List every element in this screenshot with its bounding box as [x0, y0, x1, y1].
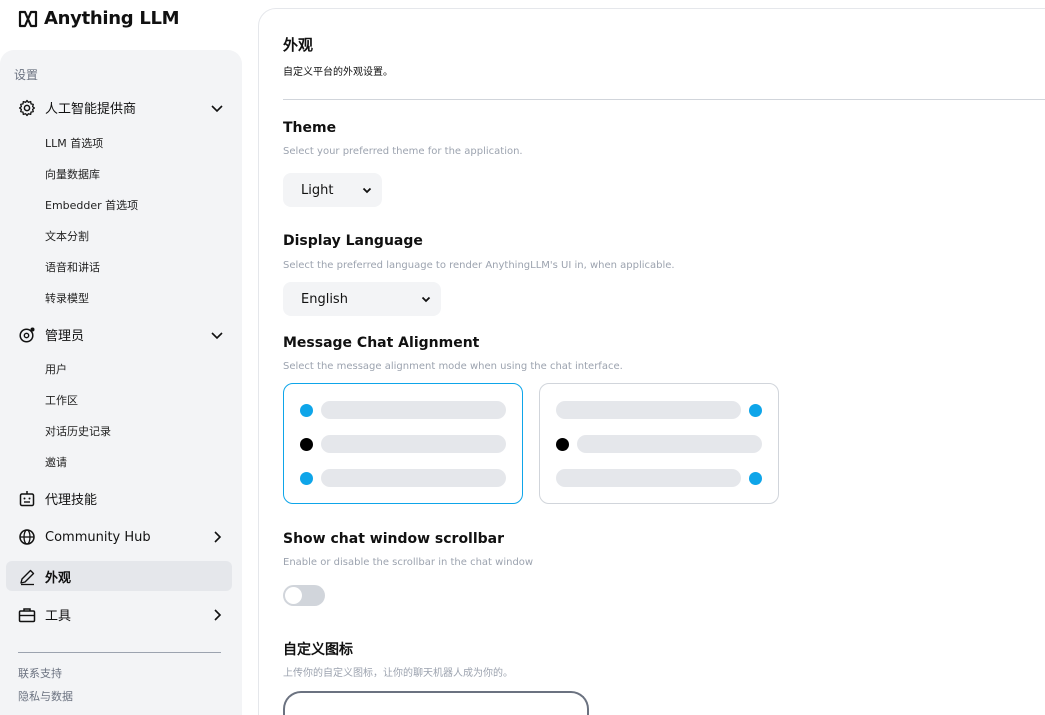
preview-row: [556, 435, 762, 453]
chevron-right-icon: [214, 608, 222, 621]
page-description: 自定义平台的外观设置。: [283, 67, 393, 78]
sidebar-item-transcription-model[interactable]: 转录模型: [45, 290, 89, 306]
message-bubble: [577, 435, 762, 453]
sidebar-item-workspaces[interactable]: 工作区: [45, 392, 78, 408]
sidebar-item-llm-preferences[interactable]: LLM 首选项: [45, 135, 103, 151]
custom-icon-upload[interactable]: [283, 691, 589, 715]
sidebar-item-tools[interactable]: 工具: [18, 605, 224, 624]
language-description: Select the preferred language to render …: [283, 260, 675, 271]
chevron-down-icon: [211, 331, 223, 339]
sidebar-item-users[interactable]: 用户: [45, 361, 67, 377]
app-name: Anything LLM: [44, 8, 180, 29]
globe-icon: [18, 528, 36, 546]
message-bubble: [321, 435, 506, 453]
scrollbar-description: Enable or disable the scrollbar in the c…: [283, 557, 534, 568]
message-bubble: [556, 401, 741, 419]
preview-row: [556, 401, 762, 419]
page-title: 外观: [283, 36, 314, 54]
alignment-option-left[interactable]: [283, 383, 523, 504]
chevron-down-icon: [421, 296, 431, 303]
chevron-right-icon: [214, 531, 222, 543]
sidebar-item-agent-skills[interactable]: 代理技能: [18, 489, 224, 508]
theme-title: Theme: [283, 120, 337, 136]
toolbox-icon: [18, 606, 36, 624]
alignment-description: Select the message alignment mode when u…: [283, 361, 623, 372]
main-panel: 外观 自定义平台的外观设置。 Theme Select your preferr…: [258, 8, 1045, 715]
sidebar-item-text-splitting[interactable]: 文本分割: [45, 228, 89, 244]
sidebar-item-embedder-preferences[interactable]: Embedder 首选项: [45, 197, 138, 213]
sidebar-item-chat-history[interactable]: 对话历史记录: [45, 423, 111, 439]
admin-gear-icon: [18, 326, 36, 344]
sidebar-item-voice-speech[interactable]: 语音和讲话: [45, 259, 100, 275]
sidebar-section-label: 设置: [14, 68, 39, 82]
bot-dot: [300, 437, 313, 451]
theme-select[interactable]: Light: [283, 173, 382, 207]
toggle-knob: [285, 587, 302, 604]
message-bubble: [321, 469, 506, 487]
sidebar: 设置 人工智能提供商 LLM 首选项 向量数据库 Embedder 首选项 文本…: [0, 50, 242, 715]
logo-mark-icon: [18, 10, 38, 27]
sidebar-item-invites[interactable]: 邀请: [45, 454, 67, 470]
sidebar-item-label: 外观: [45, 571, 72, 586]
app-logo: Anything LLM: [18, 8, 180, 29]
preview-row: [556, 469, 762, 487]
gear-icon: [18, 99, 36, 117]
alignment-title: Message Chat Alignment: [283, 335, 480, 351]
user-dot: [749, 471, 762, 485]
language-select[interactable]: English: [283, 282, 441, 316]
sidebar-item-label: Community Hub: [45, 529, 151, 545]
robot-icon: [18, 490, 36, 508]
contact-support-link[interactable]: 联系支持: [18, 665, 62, 681]
preview-row: [300, 401, 506, 419]
sidebar-group-ai-providers[interactable]: 人工智能提供商: [18, 98, 224, 117]
message-bubble: [321, 401, 506, 419]
user-dot: [300, 403, 313, 417]
privacy-data-link[interactable]: 隐私与数据: [18, 688, 73, 704]
theme-description: Select your preferred theme for the appl…: [283, 146, 523, 157]
sidebar-divider: [18, 652, 221, 653]
sidebar-item-vector-database[interactable]: 向量数据库: [45, 166, 100, 182]
sidebar-item-label: 工具: [45, 609, 72, 624]
custom-icon-title: 自定义图标: [283, 642, 353, 658]
message-bubble: [556, 469, 741, 487]
user-dot: [749, 403, 762, 417]
pencil-icon: [18, 568, 36, 586]
custom-icon-description: 上传你的自定义图标，让你的聊天机器人成为你的。: [283, 668, 513, 679]
chevron-down-icon: [211, 104, 223, 112]
scrollbar-title: Show chat window scrollbar: [283, 531, 505, 547]
alignment-option-split[interactable]: [539, 383, 779, 504]
preview-row: [300, 435, 506, 453]
language-title: Display Language: [283, 233, 423, 249]
language-select-value: English: [301, 291, 348, 307]
sidebar-group-label: 管理员: [45, 329, 85, 344]
sidebar-group-admin[interactable]: 管理员: [18, 325, 224, 344]
sidebar-item-community-hub[interactable]: Community Hub: [18, 528, 224, 546]
chevron-down-icon: [362, 187, 372, 194]
theme-select-value: Light: [301, 182, 334, 198]
sidebar-item-appearance[interactable]: 外观: [18, 567, 224, 586]
sidebar-group-label: 人工智能提供商: [45, 102, 137, 117]
header-divider: [283, 99, 1045, 100]
bot-dot: [556, 437, 569, 451]
user-dot: [300, 471, 313, 485]
sidebar-item-label: 代理技能: [45, 493, 98, 508]
preview-row: [300, 469, 506, 487]
scrollbar-toggle[interactable]: [283, 585, 325, 606]
